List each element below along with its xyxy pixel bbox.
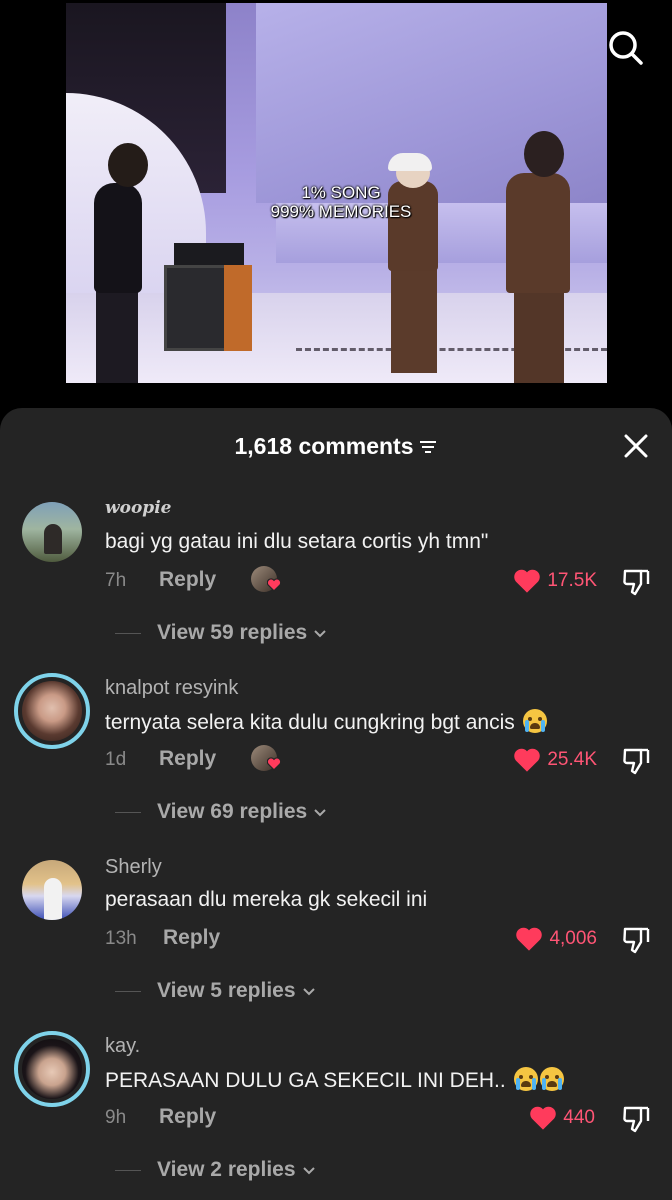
view-replies-label: View 59 replies	[157, 621, 308, 644]
comment-username[interactable]: Sherly	[105, 856, 162, 879]
like-count: 4,006	[549, 928, 597, 949]
reply-button[interactable]: Reply	[163, 926, 220, 950]
heart-icon	[267, 578, 281, 592]
divider	[115, 990, 141, 992]
dislike-button[interactable]	[621, 747, 651, 775]
comment-time: 9h	[105, 1107, 127, 1128]
comment-username[interactable]: woopie	[105, 498, 171, 518]
comments-sheet: 1,618 comments woopie bagi yg gatau ini …	[0, 408, 672, 1200]
comment-item: Sherly perasaan dlu mereka gk sekecil in…	[0, 856, 672, 1038]
heart-icon	[530, 1106, 557, 1130]
comments-header: 1,618 comments	[0, 408, 672, 480]
like-button[interactable]: 25.4K	[513, 745, 597, 775]
thumbs-down-icon	[623, 569, 650, 596]
close-button[interactable]	[622, 432, 650, 460]
comment-time: 1d	[105, 749, 127, 770]
heart-icon	[516, 927, 543, 951]
dislike-button[interactable]	[621, 926, 651, 954]
view-replies-button[interactable]: View 59 replies	[115, 618, 327, 648]
like-count: 440	[563, 1107, 595, 1128]
avatar[interactable]	[22, 860, 82, 920]
amplifier-head	[174, 243, 244, 267]
comments-sort-toggle[interactable]: 1,618 comments	[235, 433, 438, 460]
crying-face-emoji	[522, 709, 547, 733]
view-replies-button[interactable]: View 5 replies	[115, 976, 316, 1006]
chevron-down-icon	[302, 988, 315, 996]
crying-face-emoji	[539, 1067, 564, 1091]
like-button[interactable]: 17.5K	[513, 566, 597, 596]
comment-text: ternyata selera kita dulu cungkring bgt …	[105, 711, 515, 734]
thumbs-down-icon	[623, 927, 650, 954]
crying-face-emoji	[513, 1067, 538, 1091]
like-count: 17.5K	[547, 570, 597, 591]
like-button[interactable]: 4,006	[515, 924, 597, 954]
sort-icon	[420, 440, 437, 453]
avatar[interactable]	[14, 1031, 90, 1107]
thumbs-down-icon	[623, 748, 650, 775]
thumbs-down-icon	[623, 1106, 650, 1133]
dislike-button[interactable]	[621, 568, 651, 596]
performer-1	[94, 183, 142, 293]
comment-meta: 9h Reply 440	[105, 1103, 655, 1133]
comment-username[interactable]: kay.	[105, 1035, 140, 1058]
performer-1-legs	[96, 288, 138, 383]
heart-icon	[514, 748, 541, 772]
performer-1-head	[108, 143, 148, 187]
view-replies-button[interactable]: View 2 replies	[115, 1155, 316, 1185]
view-replies-label: View 2 replies	[157, 1158, 296, 1181]
view-replies-label: View 5 replies	[157, 979, 296, 1002]
performer-3-head	[524, 131, 564, 177]
chevron-down-icon	[302, 1167, 315, 1175]
comment-time: 13h	[105, 928, 137, 949]
search-button[interactable]	[606, 28, 646, 68]
comment-item: knalpot resyink ternyata selera kita dul…	[0, 673, 672, 859]
video-caption-overlay: 1% SONG 999% MEMORIES	[261, 183, 421, 221]
avatar[interactable]	[14, 673, 90, 749]
caption-line-2: 999% MEMORIES	[270, 202, 412, 221]
divider	[115, 1169, 141, 1171]
divider	[115, 811, 141, 813]
video-player[interactable]: 1% SONG 999% MEMORIES	[0, 0, 672, 410]
like-count: 25.4K	[547, 749, 597, 770]
comment-meta: 1d Reply 25.4K	[105, 745, 655, 775]
performer-2-legs	[391, 268, 437, 373]
comment-meta: 13h Reply 4,006	[105, 924, 655, 954]
comment-text: bagi yg gatau ini dlu setara cortis yh t…	[105, 530, 489, 553]
divider	[115, 632, 141, 634]
video-frame[interactable]: 1% SONG 999% MEMORIES	[66, 3, 607, 383]
heart-icon	[514, 569, 541, 593]
performer-3-legs	[514, 288, 564, 383]
comments-count-row: 1,618 comments	[0, 433, 672, 460]
view-replies-label: View 69 replies	[157, 800, 308, 823]
view-replies-button[interactable]: View 69 replies	[115, 797, 327, 827]
chevron-down-icon	[314, 809, 326, 817]
comment-text: PERASAAN DULU GA SEKECIL INI DEH..	[105, 1069, 506, 1092]
performer-2-cap	[388, 153, 432, 171]
reply-button[interactable]: Reply	[159, 747, 216, 771]
reply-button[interactable]: Reply	[159, 568, 216, 592]
comment-text-row: PERASAAN DULU GA SEKECIL INI DEH..	[105, 1067, 564, 1093]
comments-count: 1,618 comments	[234, 433, 414, 459]
comment-item: woopie bagi yg gatau ini dlu setara cort…	[0, 498, 672, 680]
comment-username[interactable]: knalpot resyink	[105, 677, 238, 700]
reply-button[interactable]: Reply	[159, 1105, 216, 1129]
amplifier	[224, 265, 252, 351]
comment-time: 7h	[105, 570, 127, 591]
comment-text-row: ternyata selera kita dulu cungkring bgt …	[105, 709, 547, 735]
creator-liked-badge	[251, 745, 281, 773]
caption-line-1: 1% SONG	[301, 183, 381, 202]
avatar[interactable]	[22, 502, 82, 562]
performer-3	[506, 173, 570, 293]
heart-icon	[267, 757, 281, 771]
search-icon	[609, 31, 643, 65]
comment-meta: 7h Reply 17.5K	[105, 566, 655, 596]
chevron-down-icon	[314, 630, 326, 638]
comment-item: kay. PERASAAN DULU GA SEKECIL INI DEH.. …	[0, 1031, 672, 1200]
close-icon	[624, 434, 648, 458]
like-button[interactable]: 440	[529, 1103, 595, 1133]
comment-text: perasaan dlu mereka gk sekecil ini	[105, 888, 428, 911]
creator-liked-badge	[251, 566, 281, 594]
dislike-button[interactable]	[621, 1105, 651, 1133]
